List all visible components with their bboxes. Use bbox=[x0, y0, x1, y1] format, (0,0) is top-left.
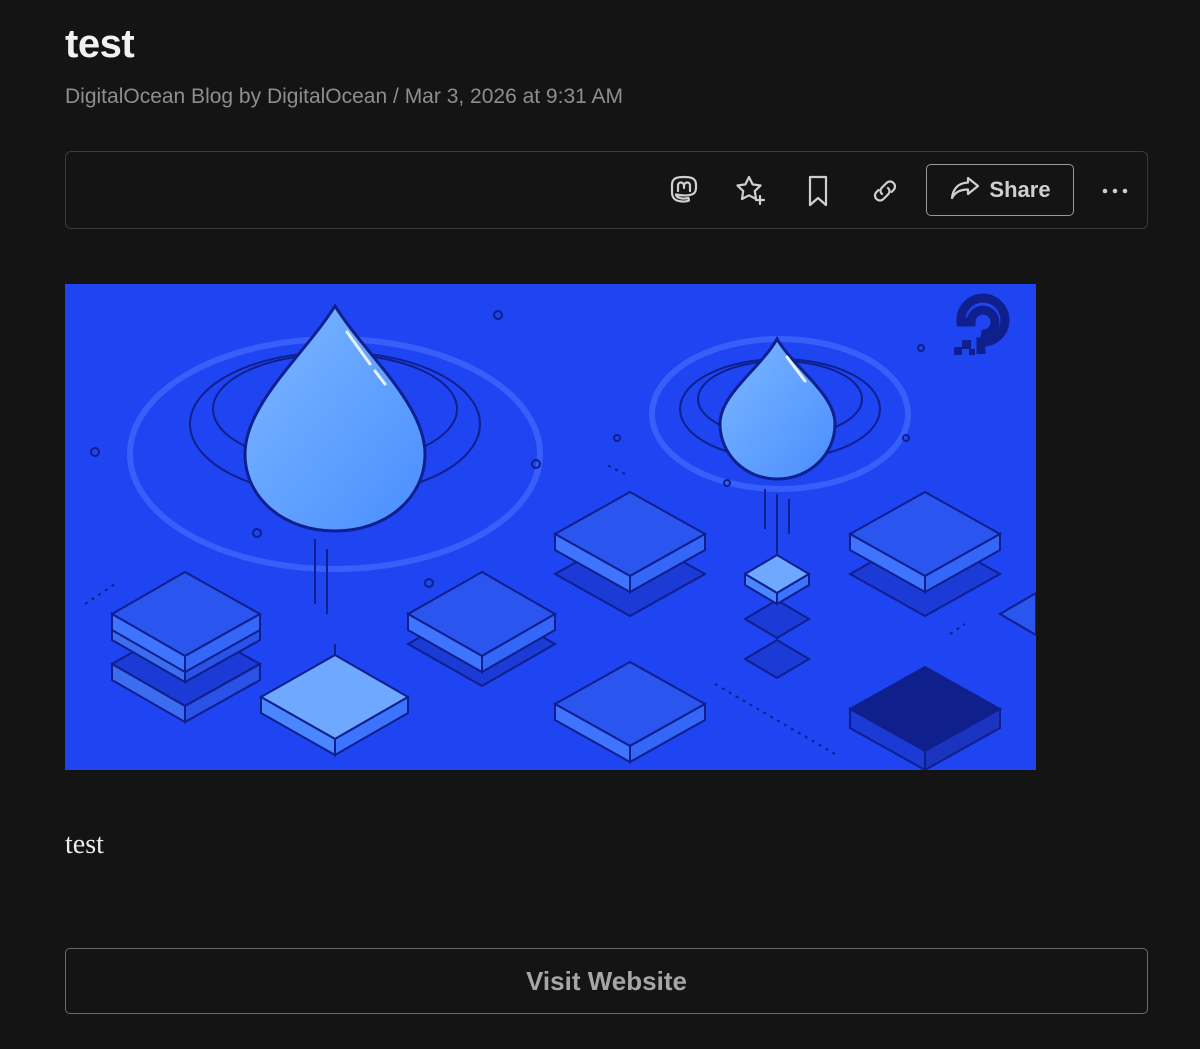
hero-image bbox=[65, 284, 1036, 770]
mastodon-icon bbox=[666, 173, 702, 209]
share-label: Share bbox=[989, 177, 1051, 202]
article-body: test bbox=[65, 829, 104, 860]
visit-website-button[interactable]: Visit Website bbox=[65, 948, 1148, 1014]
more-options-button[interactable] bbox=[1094, 171, 1136, 211]
star-plus-icon bbox=[733, 173, 769, 209]
more-horizontal-icon bbox=[1101, 182, 1129, 200]
article-byline: DigitalOcean Blog by DigitalOcean / Mar … bbox=[65, 83, 623, 111]
article-toolbar: Share bbox=[65, 151, 1148, 229]
bookmark-icon bbox=[800, 173, 836, 209]
copy-link-button[interactable] bbox=[865, 171, 905, 211]
mastodon-button[interactable] bbox=[664, 171, 704, 211]
share-arrow-icon bbox=[949, 174, 981, 207]
source-link[interactable]: DigitalOcean Blog by DigitalOcean bbox=[65, 85, 387, 108]
byline-separator: / bbox=[387, 85, 405, 108]
publish-date: Mar 3, 2026 at 9:31 AM bbox=[404, 85, 623, 108]
article-title: test bbox=[65, 22, 135, 66]
link-icon bbox=[867, 173, 903, 209]
star-button[interactable] bbox=[731, 171, 771, 211]
bookmark-button[interactable] bbox=[798, 171, 838, 211]
share-button[interactable]: Share bbox=[926, 164, 1074, 216]
